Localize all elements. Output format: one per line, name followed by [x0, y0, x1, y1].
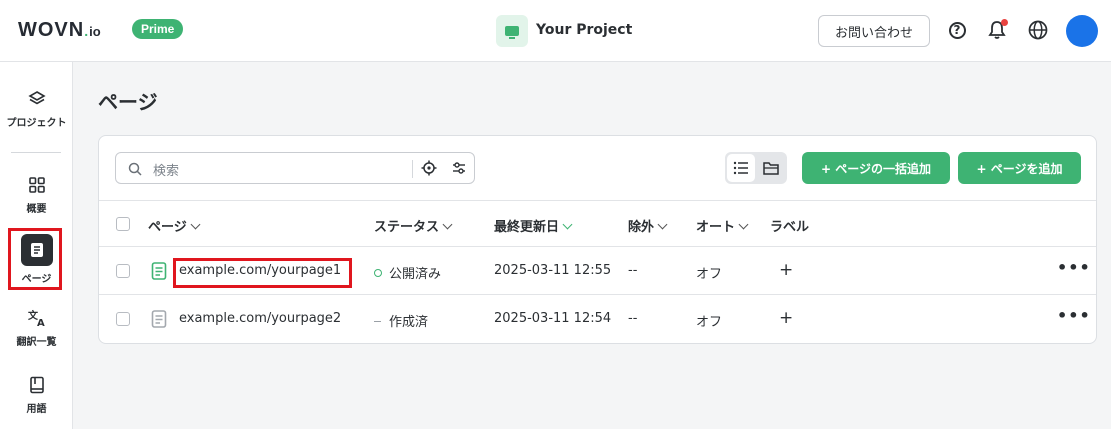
svg-text:A: A	[37, 318, 45, 327]
chevron-down-icon	[657, 219, 668, 230]
sidebar: プロジェクト 概要 ページ 文A 翻訳一覧 用語	[0, 62, 73, 429]
more-options-icon[interactable]: •••	[1057, 306, 1091, 325]
column-label: ページ	[148, 220, 187, 235]
search-placeholder: 検索	[153, 164, 180, 179]
column-label: 最終更新日	[494, 220, 560, 235]
select-all-checkbox[interactable]	[116, 217, 130, 231]
search-input[interactable]: 検索	[115, 152, 475, 184]
table-row[interactable]: example.com/yourpage2 作成済 2025-03-11 12:…	[99, 295, 1096, 343]
bulk-add-pages-button[interactable]: + ページの一括追加	[802, 152, 950, 184]
table-header: ページ ステータス 最終更新日 除外 オート ラベル	[99, 200, 1096, 247]
bell-icon[interactable]	[986, 19, 1008, 41]
sidebar-divider	[11, 152, 61, 153]
status-draft-dash	[374, 320, 381, 322]
project-name[interactable]: Your Project	[536, 22, 632, 38]
plan-badge: Prime	[132, 19, 184, 39]
sidebar-item-translations[interactable]: 文A 翻訳一覧	[0, 307, 73, 348]
notification-dot	[1001, 19, 1008, 26]
status-cell: 作成済	[374, 311, 428, 330]
search-separator	[412, 160, 413, 178]
page-title: ページ	[98, 90, 158, 114]
column-header-label: ラベル	[770, 220, 810, 235]
column-header-auto[interactable]: オート	[696, 216, 749, 235]
pages-card: 検索 + ページの一括追加 + ページを追加 ページ ステータス 最終更新日 除…	[98, 135, 1097, 344]
chevron-down-icon	[738, 219, 749, 230]
table-row[interactable]: example.com/yourpage1 公開済み 2025-03-11 12…	[99, 247, 1096, 295]
sidebar-item-label: 翻訳一覧	[16, 337, 57, 348]
status-published-dot	[374, 269, 382, 277]
updated-date: 2025-03-11 12:54	[494, 311, 612, 326]
column-label: オート	[696, 220, 736, 235]
sidebar-item-label: 概要	[26, 204, 47, 215]
exclude-value: --	[628, 263, 638, 278]
contact-button[interactable]: お問い合わせ	[818, 15, 930, 47]
project-monitor-icon	[496, 15, 528, 47]
column-header-updated[interactable]: 最終更新日	[494, 216, 573, 235]
column-header-page[interactable]: ページ	[148, 216, 201, 235]
sidebar-item-pages[interactable]: ページ	[0, 234, 73, 285]
add-label-button[interactable]: +	[779, 260, 793, 280]
sidebar-item-project[interactable]: プロジェクト	[0, 88, 73, 129]
status-text: 公開済み	[389, 267, 442, 282]
sidebar-item-label: ページ	[21, 274, 52, 285]
status-text: 作成済	[389, 315, 429, 330]
row-checkbox[interactable]	[116, 312, 130, 326]
view-toggle	[725, 152, 787, 184]
more-options-icon[interactable]: •••	[1057, 258, 1091, 277]
row-checkbox[interactable]	[116, 264, 130, 278]
exclude-value: --	[628, 311, 638, 326]
sidebar-item-label: プロジェクト	[6, 118, 67, 129]
logo-text: WOVN	[18, 19, 85, 41]
filter-sliders-icon[interactable]	[451, 160, 467, 180]
logo-suffix: io	[89, 24, 101, 39]
wovn-logo[interactable]: WOVN.io	[18, 19, 101, 42]
add-label-button[interactable]: +	[779, 308, 793, 328]
translate-icon: 文A	[26, 307, 48, 329]
help-icon[interactable]: ?	[946, 19, 968, 41]
list-view-icon[interactable]	[727, 154, 755, 182]
book-icon	[26, 374, 48, 396]
column-label: 除外	[628, 220, 655, 235]
chevron-down-icon	[190, 219, 201, 230]
auto-value: オフ	[696, 315, 723, 330]
auto-value: オフ	[696, 267, 723, 282]
top-bar: WOVN.io Prime Your Project お問い合わせ ?	[0, 0, 1111, 62]
page-url-link[interactable]: example.com/yourpage1	[179, 263, 341, 278]
globe-icon[interactable]	[1027, 19, 1049, 41]
avatar[interactable]	[1066, 15, 1098, 47]
updated-date: 2025-03-11 12:55	[494, 263, 612, 278]
add-page-button[interactable]: + ページを追加	[958, 152, 1081, 184]
page-url-link[interactable]: example.com/yourpage2	[179, 311, 341, 326]
folder-view-icon[interactable]	[757, 154, 785, 182]
page-draft-icon	[151, 310, 167, 332]
page-icon	[20, 234, 53, 266]
column-header-status[interactable]: ステータス	[374, 216, 453, 235]
sidebar-item-overview[interactable]: 概要	[0, 174, 73, 215]
search-icon	[128, 161, 142, 180]
column-label: ステータス	[374, 220, 440, 235]
page-published-icon	[151, 262, 167, 284]
sidebar-item-glossary[interactable]: 用語	[0, 374, 73, 415]
sidebar-item-label: 用語	[26, 404, 47, 415]
chevron-down-icon	[442, 219, 453, 230]
status-cell: 公開済み	[374, 263, 441, 282]
layers-icon	[26, 88, 48, 110]
column-header-exclude[interactable]: 除外	[628, 216, 668, 235]
crosshair-icon[interactable]	[421, 160, 437, 180]
chevron-down-icon	[562, 219, 573, 230]
grid-icon	[26, 174, 48, 196]
